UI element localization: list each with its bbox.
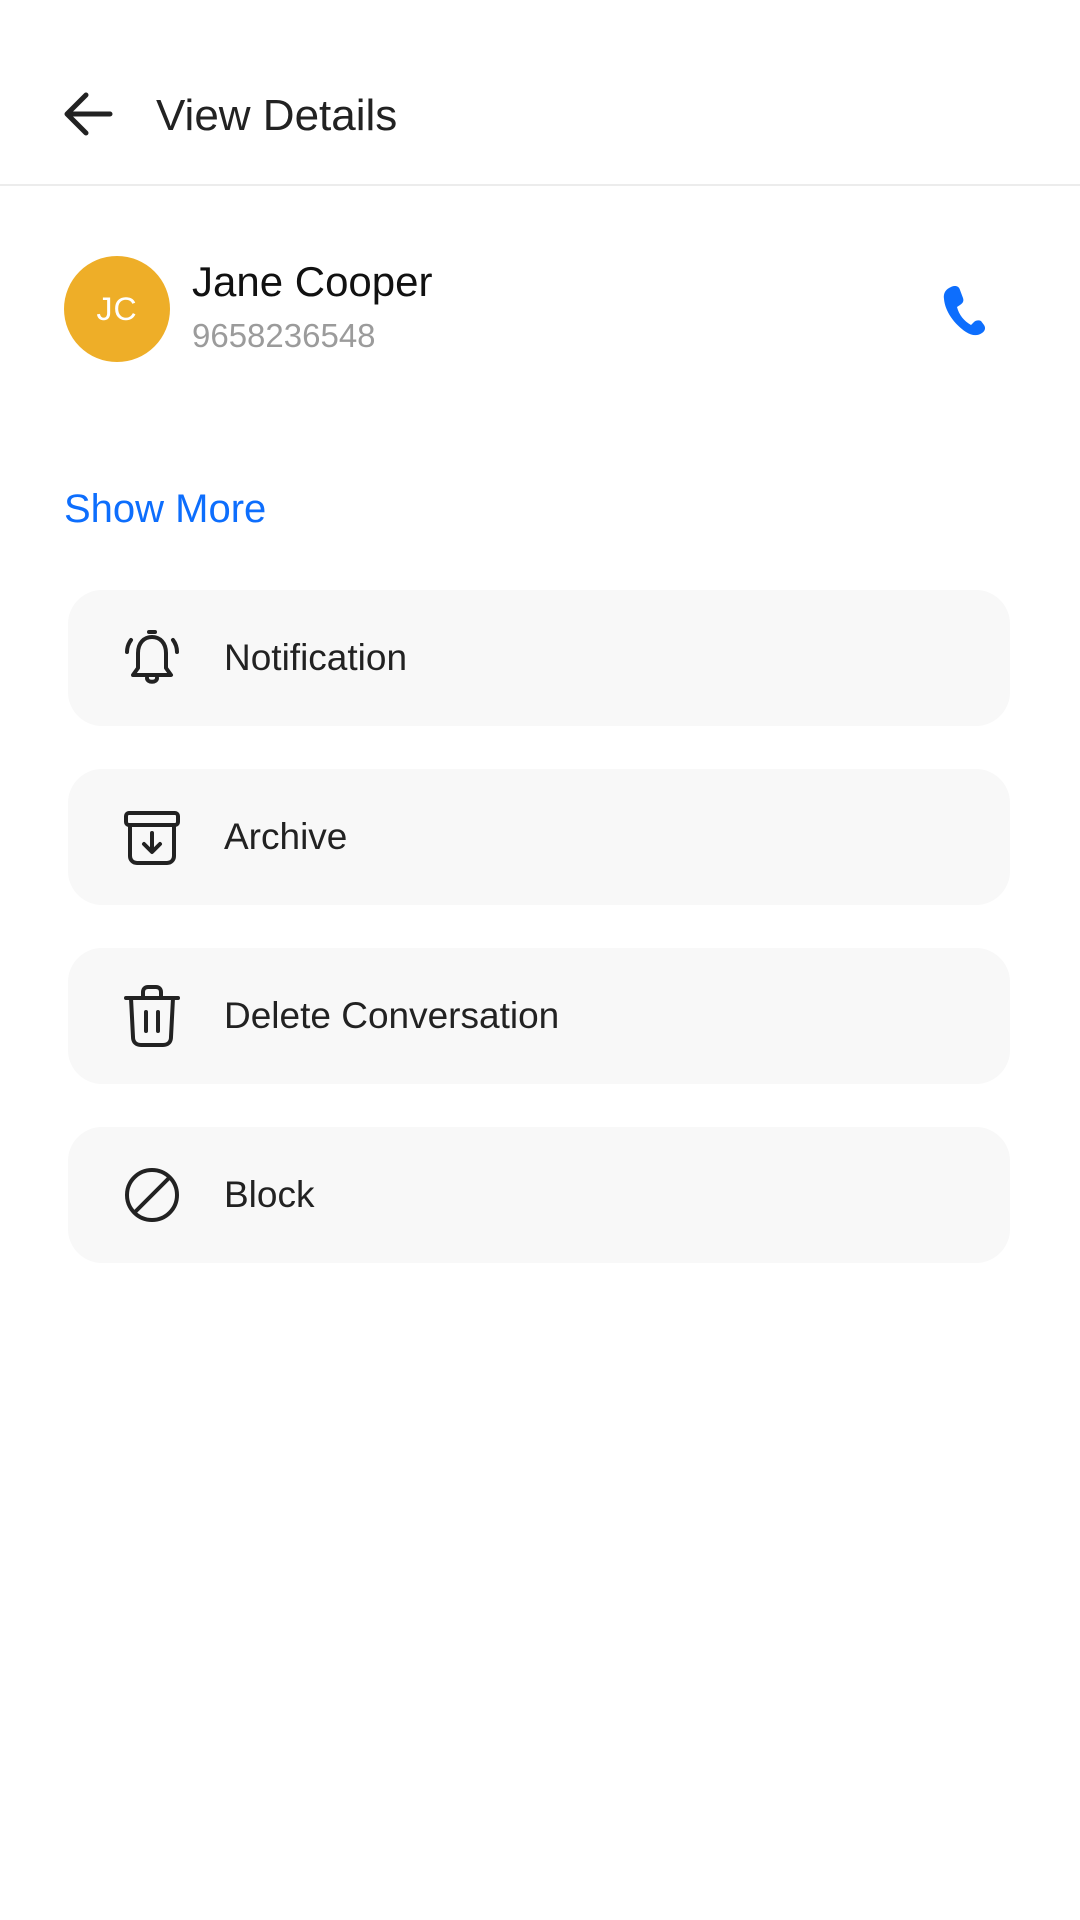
bell-icon: [122, 628, 182, 688]
action-label: Archive: [224, 816, 348, 857]
show-more-link[interactable]: Show More: [64, 484, 266, 534]
notification-action[interactable]: Notification: [68, 590, 1010, 726]
action-label: Notification: [224, 637, 408, 678]
actions-list: Notification Archive Delete Conversation: [68, 590, 1010, 1306]
action-label: Block: [224, 1174, 315, 1215]
block-action[interactable]: Block: [68, 1127, 1010, 1263]
avatar: JC: [64, 256, 170, 362]
back-button[interactable]: [56, 82, 120, 146]
phone-icon: [943, 286, 986, 336]
contact-card: JC Jane Cooper 9658236548: [64, 256, 1004, 362]
app-header: View Details: [0, 0, 1080, 186]
action-label: Delete Conversation: [224, 995, 560, 1036]
contact-phone: 9658236548: [192, 317, 376, 354]
archive-icon: [122, 807, 182, 867]
page-title: View Details: [156, 91, 398, 140]
contact-name: Jane Cooper: [192, 258, 433, 305]
delete-conversation-action[interactable]: Delete Conversation: [68, 948, 1010, 1084]
archive-action[interactable]: Archive: [68, 769, 1010, 905]
arrow-left-icon: [64, 92, 113, 136]
call-button[interactable]: [924, 270, 1004, 350]
block-icon: [122, 1165, 182, 1225]
trash-icon: [122, 985, 182, 1047]
